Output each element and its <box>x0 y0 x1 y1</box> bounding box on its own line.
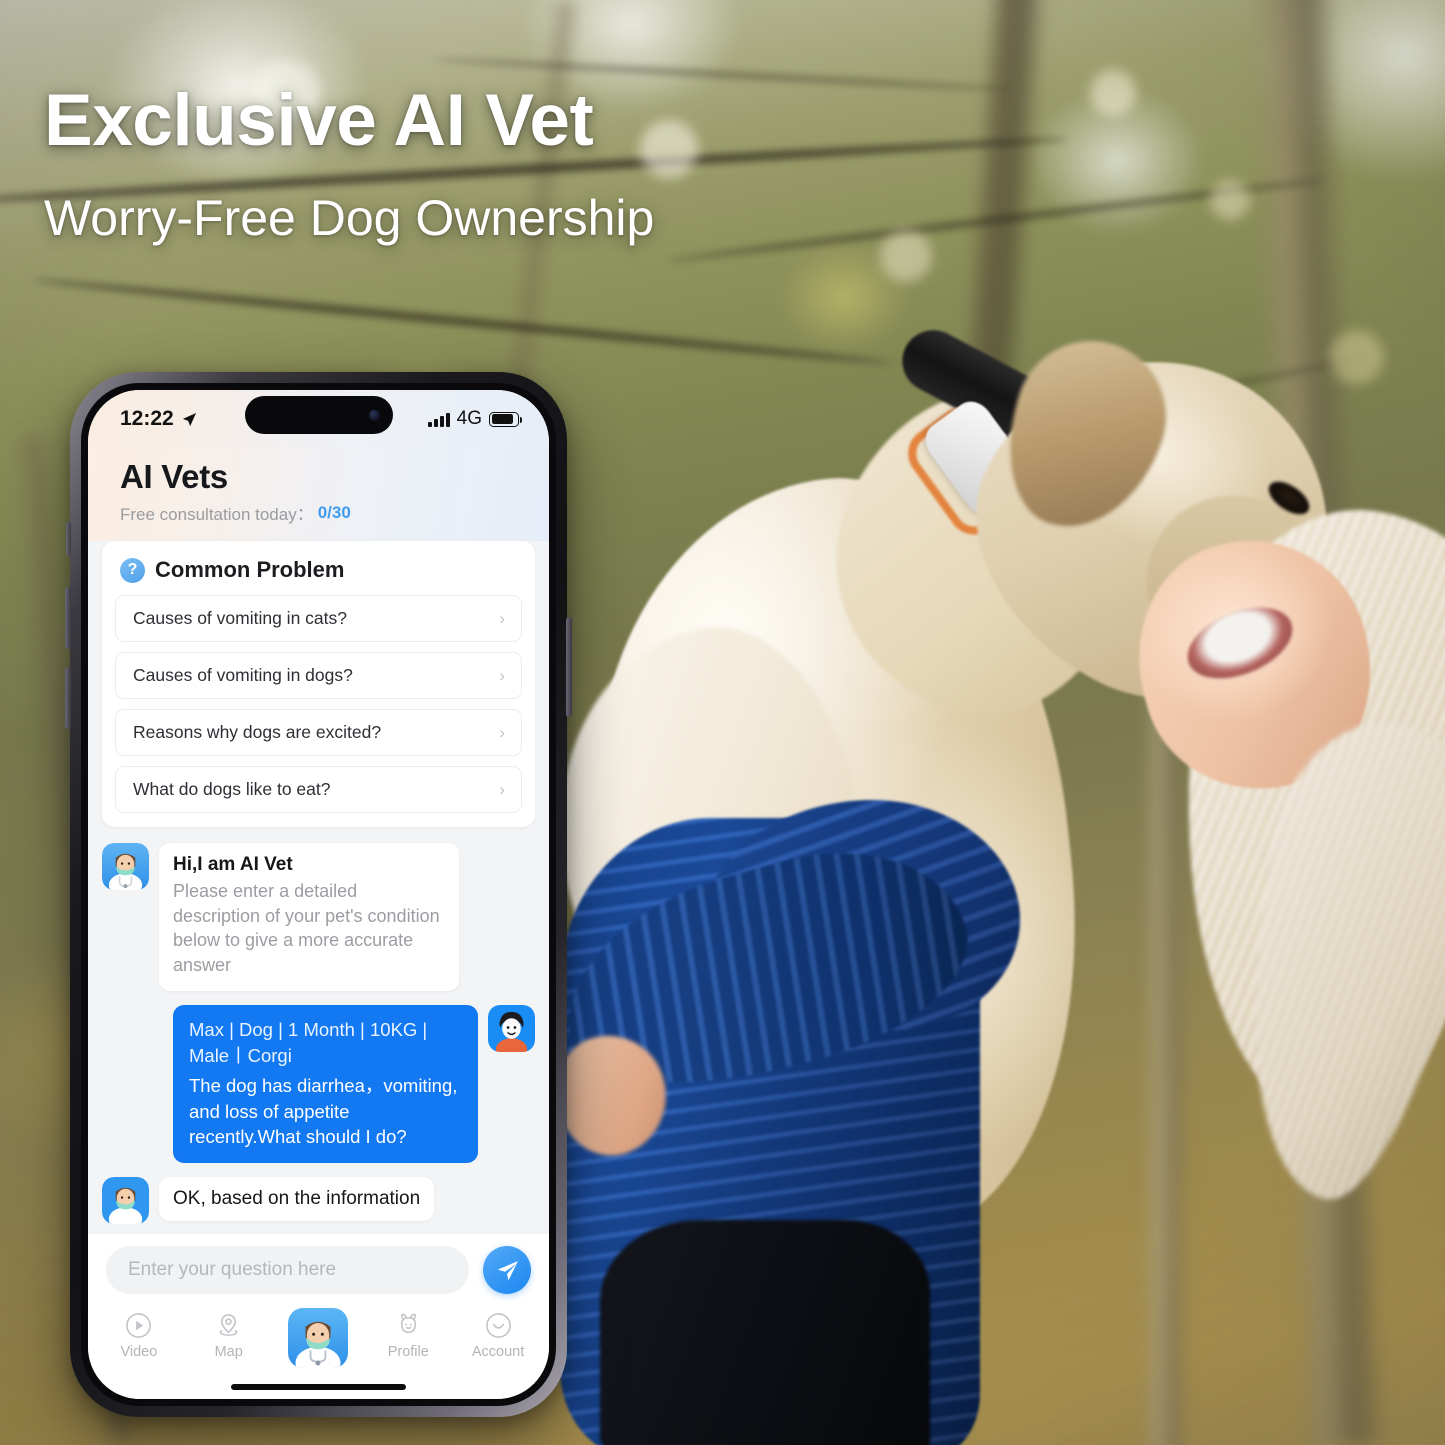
common-problem-item-3[interactable]: Reasons why dogs are excited? › <box>115 709 522 756</box>
volume-down-button[interactable] <box>65 667 71 729</box>
bot-reply-text: OK, based on the information <box>173 1188 421 1210</box>
battery-icon <box>489 411 523 427</box>
phone-mockup: 12:22 4G AI Vets Free consultation today… <box>65 372 572 1417</box>
tab-label: Profile <box>387 1344 429 1360</box>
status-bar-right: 4G <box>428 408 523 430</box>
chevron-right-icon: › <box>499 722 505 742</box>
network-label: 4G <box>456 408 482 429</box>
tab-label: Account <box>471 1344 525 1360</box>
home-indicator-area <box>88 1372 549 1399</box>
tab-ai-vet[interactable] <box>277 1308 359 1372</box>
question-mark-icon: ? <box>120 557 145 583</box>
common-problem-card: ? Common Problem Causes of vomiting in c… <box>102 541 535 827</box>
free-consultation-label: Free consultation today： <box>120 505 314 524</box>
send-paper-plane-icon <box>497 1260 518 1280</box>
bottom-tab-bar: Video Map Profile Account <box>88 1304 549 1372</box>
chat-thread[interactable]: Hi,I am AI Vet Please enter a detailed d… <box>88 827 549 1234</box>
power-button[interactable] <box>566 617 572 717</box>
chat-message-bot-reply: OK, based on the information <box>102 1177 535 1225</box>
bot-greeting-text: Please enter a detailed description of y… <box>173 881 440 975</box>
status-bar-left: 12:22 <box>120 407 197 431</box>
chevron-right-icon: › <box>499 608 505 628</box>
mute-switch[interactable] <box>66 522 71 556</box>
vet-doctor-avatar <box>102 1177 149 1225</box>
tab-label: Map <box>214 1344 243 1360</box>
common-problem-item-4[interactable]: What do dogs like to eat? › <box>115 766 522 813</box>
ai-vet-doctor-icon <box>288 1308 349 1368</box>
play-circle-icon <box>124 1310 154 1340</box>
volume-up-button[interactable] <box>65 587 71 649</box>
user-message-bubble: Max | Dog | 1 Month | 10KG | Male丨Corgi … <box>173 1004 478 1164</box>
tab-profile[interactable]: Profile <box>367 1310 449 1360</box>
common-problem-label: Causes of vomiting in dogs? <box>133 665 353 685</box>
common-problem-label: What do dogs like to eat? <box>133 779 331 799</box>
send-button[interactable] <box>483 1246 531 1294</box>
app-header: AI Vets Free consultation today： 0/30 <box>88 448 549 541</box>
tab-account[interactable]: Account <box>457 1310 539 1360</box>
chat-message-bot: Hi,I am AI Vet Please enter a detailed d… <box>102 843 535 991</box>
free-consultation-count: 0/30 <box>317 502 351 522</box>
common-problem-label: Reasons why dogs are excited? <box>133 722 382 742</box>
promo-subheadline: Worry-Free Dog Ownership <box>44 190 655 246</box>
tab-label: Video <box>120 1344 158 1360</box>
map-pin-icon <box>214 1310 244 1340</box>
page-title: AI Vets <box>120 458 228 495</box>
phone-screen: 12:22 4G AI Vets Free consultation today… <box>88 390 549 1399</box>
common-problem-item-2[interactable]: Causes of vomiting in dogs? › <box>115 652 522 699</box>
status-bar: 12:22 4G <box>88 390 549 448</box>
question-input[interactable]: Enter your question here <box>106 1246 469 1294</box>
cellular-bars-icon <box>428 412 450 427</box>
bot-greeting-title: Hi,I am AI Vet <box>173 854 293 875</box>
common-problem-item-1[interactable]: Causes of vomiting in cats? › <box>115 595 522 642</box>
user-pet-meta: Max | Dog | 1 Month | 10KG | Male丨Corgi <box>189 1018 428 1066</box>
smiley-account-icon <box>483 1310 513 1340</box>
location-arrow-icon <box>182 412 196 426</box>
chevron-right-icon: › <box>499 665 505 685</box>
user-avatar <box>488 1004 535 1052</box>
vet-doctor-avatar <box>102 843 149 890</box>
chat-message-user: Max | Dog | 1 Month | 10KG | Male丨Corgi … <box>102 1004 535 1164</box>
front-camera-icon <box>368 409 380 421</box>
common-problem-label: Causes of vomiting in cats? <box>133 608 347 628</box>
tab-video[interactable]: Video <box>98 1310 180 1360</box>
dynamic-island <box>244 396 393 434</box>
chevron-right-icon: › <box>499 779 505 799</box>
clock-label: 12:22 <box>120 407 174 430</box>
composer-bar: Enter your question here <box>88 1234 549 1304</box>
promo-headline-block: Exclusive AI Vet Worry-Free Dog Ownershi… <box>44 84 654 243</box>
user-message-text: The dog has diarrhea，vomiting, and loss … <box>189 1075 458 1147</box>
common-problem-title: Common Problem <box>155 557 345 582</box>
bot-greeting-bubble: Hi,I am AI Vet Please enter a detailed d… <box>159 843 459 991</box>
home-indicator[interactable] <box>231 1384 406 1390</box>
pet-face-icon <box>393 1310 423 1340</box>
tab-map[interactable]: Map <box>188 1310 270 1360</box>
common-problem-header: ? Common Problem <box>102 553 535 595</box>
bot-reply-bubble: OK, based on the information <box>159 1177 435 1222</box>
free-consultation-row: Free consultation today： 0/30 <box>120 500 517 525</box>
phone-bezel: 12:22 4G AI Vets Free consultation today… <box>81 383 556 1406</box>
promo-headline: Exclusive AI Vet <box>44 80 594 161</box>
